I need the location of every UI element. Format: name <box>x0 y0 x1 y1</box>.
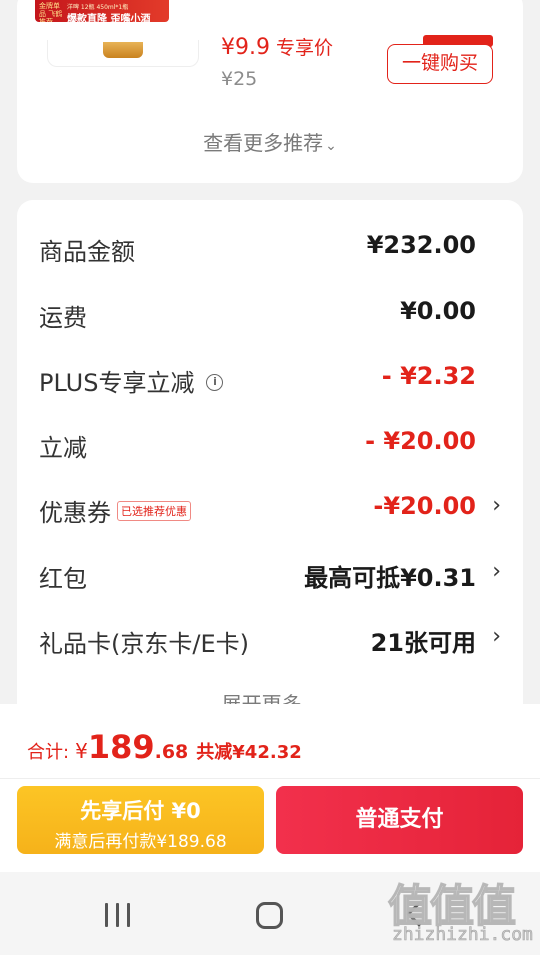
plus-discount-label: PLUS专享立减 <box>39 369 195 397</box>
instant-discount-value: - ¥20.00 <box>365 427 476 455</box>
original-price: ¥25 <box>221 68 258 90</box>
total-saved: 共减¥42.32 <box>196 742 302 763</box>
product-price: ¥9.9 专享价 <box>221 33 333 61</box>
coupon-label-wrap: 优惠券 已选推荐优惠 <box>39 493 191 528</box>
more-recommendations-label: 查看更多推荐 <box>203 131 324 155</box>
chevron-right-icon: › <box>492 559 501 584</box>
promo-banner[interactable]: 金牌单品 飞鹤推荐 洋啤 12瓶 450ml*1瓶 爆款直降 歪嘴小酒 <box>35 0 169 22</box>
home-icon[interactable] <box>256 902 283 929</box>
coupon-selected-badge: 已选推荐优惠 <box>117 501 191 521</box>
chevron-down-icon: ⌄ <box>325 138 337 154</box>
shipping-row: 运费 ¥0.00 <box>39 294 501 334</box>
total-integer: 189 <box>87 728 155 766</box>
bottle-image <box>103 42 143 58</box>
red-packet-row[interactable]: 红包 最高可抵¥0.31 › <box>39 555 501 595</box>
goods-amount-row: 商品金额 ¥232.00 <box>39 228 501 268</box>
total-decimal: .68 <box>154 741 189 763</box>
gift-card-row[interactable]: 礼品卡(京东卡/E卡) 21张可用 › <box>39 620 501 660</box>
chevron-right-icon: › <box>492 624 501 649</box>
expand-more-link[interactable]: 展开更多⌄ <box>0 688 540 704</box>
plus-discount-label-wrap: PLUS专享立减 i <box>39 363 224 398</box>
red-packet-label: 红包 <box>39 565 87 593</box>
normal-pay-button[interactable]: 普通支付 <box>276 786 523 854</box>
pay-later-button[interactable]: 先享后付 ¥0 满意后再付款¥189.68 <box>17 786 264 854</box>
plus-discount-value: - ¥2.32 <box>381 362 476 390</box>
one-click-buy-button[interactable]: 一键购买 <box>387 44 493 84</box>
red-packet-value: 最高可抵¥0.31 <box>304 564 476 592</box>
product-image[interactable] <box>47 40 199 67</box>
pay-later-title: 先享后付 ¥0 <box>80 799 201 823</box>
recent-apps-icon[interactable] <box>105 903 131 927</box>
goods-amount-label: 商品金额 <box>39 238 135 266</box>
chevron-down-icon: ⌄ <box>301 692 319 704</box>
shipping-value: ¥0.00 <box>400 297 476 325</box>
watermark: 值值值 zhizhizhi.com <box>387 870 538 950</box>
divider <box>0 778 540 779</box>
pay-later-subtitle: 满意后再付款¥189.68 <box>54 832 227 852</box>
instant-discount-label: 立减 <box>39 434 87 462</box>
chevron-right-icon: › <box>492 493 501 518</box>
checkout-bar: 合计: ¥189.68 共减¥42.32 先享后付 ¥0 满意后再付款¥189.68… <box>0 704 540 872</box>
currency-symbol: ¥ <box>75 739 88 763</box>
more-recommendations-link[interactable]: 查看更多推荐 ⌄ <box>0 127 540 156</box>
order-total: 合计: ¥189.68 共减¥42.32 <box>27 728 302 766</box>
total-label: 合计: <box>27 742 70 763</box>
gift-card-value: 21张可用 <box>370 629 476 657</box>
coupon-value: -¥20.00 <box>373 492 476 520</box>
info-icon[interactable]: i <box>206 373 224 391</box>
expand-more-label: 展开更多 <box>221 692 302 704</box>
goods-amount-value: ¥232.00 <box>366 231 476 259</box>
instant-discount-row: 立减 - ¥20.00 <box>39 424 501 464</box>
price-tag: 专享价 <box>275 37 333 59</box>
shipping-label: 运费 <box>39 304 87 332</box>
plus-discount-row: PLUS专享立减 i - ¥2.32 <box>39 359 501 399</box>
coupon-row[interactable]: 优惠券 已选推荐优惠 -¥20.00 › <box>39 489 501 529</box>
gift-card-label: 礼品卡(京东卡/E卡) <box>39 630 249 658</box>
coupon-label: 优惠券 <box>39 499 111 527</box>
promo-brand: 金牌单品 飞鹤推荐 <box>39 2 63 22</box>
watermark-site: zhizhizhi.com <box>392 924 533 946</box>
price-value: ¥9.9 <box>221 35 270 60</box>
promo-title: 爆款直降 歪嘴小酒 <box>67 14 151 22</box>
